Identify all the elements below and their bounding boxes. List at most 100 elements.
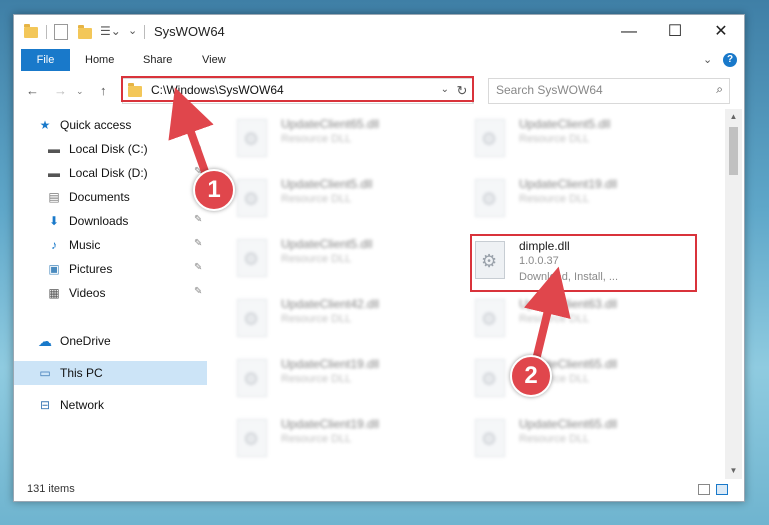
- dll-file-icon: ⚙: [237, 299, 267, 337]
- sidebar-item-label: Downloads: [69, 214, 129, 228]
- file-name: UpdateClient19.dll: [281, 417, 380, 431]
- sidebar-item-label: Pictures: [69, 262, 113, 276]
- drive-icon: ▬: [48, 166, 60, 180]
- pin-icon: ✎: [194, 238, 203, 249]
- file-type: Resource DLL: [281, 193, 352, 205]
- file-name: UpdateClient5.dll: [519, 117, 611, 131]
- dll-file-icon: ⚙: [475, 119, 505, 157]
- drive-icon: ▬: [48, 142, 60, 156]
- search-input[interactable]: Search SysWOW64: [496, 83, 603, 97]
- dll-file-icon: ⚙: [475, 299, 505, 337]
- list-item[interactable]: ⚙ UpdateClient42.dll Resource DLL: [237, 295, 467, 351]
- file-name: UpdateClient19.dll: [281, 357, 380, 371]
- list-item[interactable]: ⚙ UpdateClient65.dll Resource DLL: [237, 115, 467, 171]
- sidebar-item-pictures[interactable]: ▣ Pictures ✎: [14, 257, 207, 281]
- list-item[interactable]: ⚙ UpdateClient19.dll Resource DLL: [237, 355, 467, 411]
- sidebar-item-local-disk-c[interactable]: ▬ Local Disk (C:) ✎: [14, 137, 207, 161]
- minimize-button[interactable]: —: [606, 15, 652, 49]
- sidebar-item-label: Music: [69, 238, 101, 252]
- vertical-scrollbar[interactable]: ▲ ▼: [725, 109, 742, 479]
- ribbon-tabs: File Home Share View ⌄ ?: [14, 49, 744, 71]
- sidebar-item-downloads[interactable]: ⬇ Downloads ✎: [14, 209, 207, 233]
- large-icons-view-icon[interactable]: [716, 484, 728, 495]
- close-button[interactable]: ✕: [698, 15, 744, 49]
- sidebar-item-this-pc[interactable]: ▭ This PC: [14, 361, 207, 385]
- quick-access-toolbar-icon[interactable]: ☰⌄: [100, 24, 121, 40]
- file-name: UpdateClient65.dll: [281, 117, 380, 131]
- list-item[interactable]: ⚙ UpdateClient19.dll Resource DLL: [475, 175, 705, 231]
- file-list: ⚙ UpdateClient65.dll Resource DLL ⚙ Upda…: [207, 109, 725, 479]
- tab-share[interactable]: Share: [143, 49, 172, 71]
- up-button[interactable]: ↑: [100, 83, 107, 98]
- address-row: ← → ⌄ ↑ C:\Windows\SysWOW64 ⌄ ↻ Search S…: [14, 71, 744, 109]
- tab-file[interactable]: File: [21, 49, 70, 71]
- list-item[interactable]: ⚙ UpdateClient65.dll Resource DLL: [475, 355, 705, 411]
- file-type: Resource DLL: [281, 373, 352, 385]
- customize-toolbar-icon[interactable]: ⌄: [128, 24, 137, 40]
- navigation-pane: ★ Quick access ▬ Local Disk (C:) ✎ ▬ Loc…: [14, 109, 207, 479]
- scroll-down-icon[interactable]: ▼: [725, 463, 742, 479]
- divider: [46, 25, 47, 39]
- pin-icon: ✎: [194, 214, 203, 225]
- dll-file-icon: ⚙: [237, 359, 267, 397]
- divider: [144, 25, 145, 39]
- file-type: Resource DLL: [281, 253, 352, 265]
- dll-file-icon: ⚙: [475, 359, 505, 397]
- file-name: UpdateClient63.dll: [519, 297, 618, 311]
- list-item[interactable]: ⚙ UpdateClient65.dll Resource DLL: [475, 415, 705, 471]
- sidebar-item-quick-access[interactable]: ★ Quick access: [14, 113, 207, 137]
- pin-icon: ✎: [194, 262, 203, 273]
- scroll-thumb[interactable]: [729, 127, 738, 175]
- list-item[interactable]: ⚙ UpdateClient5.dll Resource DLL: [237, 235, 467, 291]
- recent-locations-button[interactable]: ⌄: [76, 86, 84, 97]
- new-folder-icon[interactable]: [78, 25, 92, 39]
- star-icon: ★: [39, 118, 51, 132]
- properties-icon[interactable]: [54, 24, 68, 40]
- file-type: Resource DLL: [519, 193, 590, 205]
- forward-button[interactable]: →: [54, 83, 67, 98]
- dimple-dll-highlight-box: [470, 234, 697, 292]
- sidebar-item-label: This PC: [60, 366, 103, 380]
- step-1-badge: 1: [193, 169, 235, 211]
- file-name: UpdateClient5.dll: [281, 177, 373, 191]
- sidebar-item-label: Network: [60, 398, 105, 412]
- file-name: UpdateClient5.dll: [281, 237, 373, 251]
- file-type: Resource DLL: [519, 313, 590, 325]
- expand-ribbon-icon[interactable]: ⌄: [703, 49, 712, 71]
- file-name: UpdateClient42.dll: [281, 297, 380, 311]
- title-bar: ☰⌄ ⌄ SysWOW64 — ☐ ✕: [14, 15, 744, 49]
- file-name: UpdateClient19.dll: [519, 177, 618, 191]
- search-icon: ⌕: [716, 82, 723, 96]
- file-type: Resource DLL: [281, 133, 352, 145]
- documents-icon: ▤: [48, 190, 60, 204]
- sidebar-item-network[interactable]: ⊟ Network: [14, 393, 207, 417]
- videos-icon: ▦: [48, 286, 60, 300]
- scroll-up-icon[interactable]: ▲: [725, 109, 742, 125]
- list-item[interactable]: ⚙ UpdateClient19.dll Resource DLL: [237, 415, 467, 471]
- search-box[interactable]: Search SysWOW64 ⌕: [488, 78, 730, 104]
- help-icon[interactable]: ?: [723, 53, 737, 67]
- tab-home[interactable]: Home: [85, 49, 114, 71]
- sidebar-item-music[interactable]: ♪ Music ✎: [14, 233, 207, 257]
- list-item[interactable]: ⚙ UpdateClient63.dll Resource DLL: [475, 295, 705, 351]
- details-view-icon[interactable]: [698, 484, 710, 495]
- pictures-icon: ▣: [48, 262, 60, 276]
- maximize-button[interactable]: ☐: [652, 15, 698, 49]
- sidebar-item-local-disk-d[interactable]: ▬ Local Disk (D:) ✎: [14, 161, 207, 185]
- file-type: Resource DLL: [519, 433, 590, 445]
- sidebar-item-onedrive[interactable]: ☁ OneDrive: [14, 329, 207, 353]
- sidebar-item-documents[interactable]: ▤ Documents ✎: [14, 185, 207, 209]
- list-item[interactable]: ⚙ UpdateClient5.dll Resource DLL: [475, 115, 705, 171]
- item-count: 131 items: [27, 483, 75, 495]
- list-item[interactable]: ⚙ UpdateClient5.dll Resource DLL: [237, 175, 467, 231]
- back-button[interactable]: ←: [26, 83, 39, 98]
- file-type: Resource DLL: [519, 133, 590, 145]
- window-title: SysWOW64: [154, 24, 225, 39]
- sidebar-item-label: Local Disk (D:): [69, 166, 148, 180]
- dll-file-icon: ⚙: [475, 419, 505, 457]
- music-icon: ♪: [51, 238, 57, 252]
- pin-icon: ✎: [194, 142, 203, 153]
- sidebar-item-videos[interactable]: ▦ Videos ✎: [14, 281, 207, 305]
- tab-view[interactable]: View: [202, 49, 226, 71]
- status-bar: 131 items: [14, 479, 744, 501]
